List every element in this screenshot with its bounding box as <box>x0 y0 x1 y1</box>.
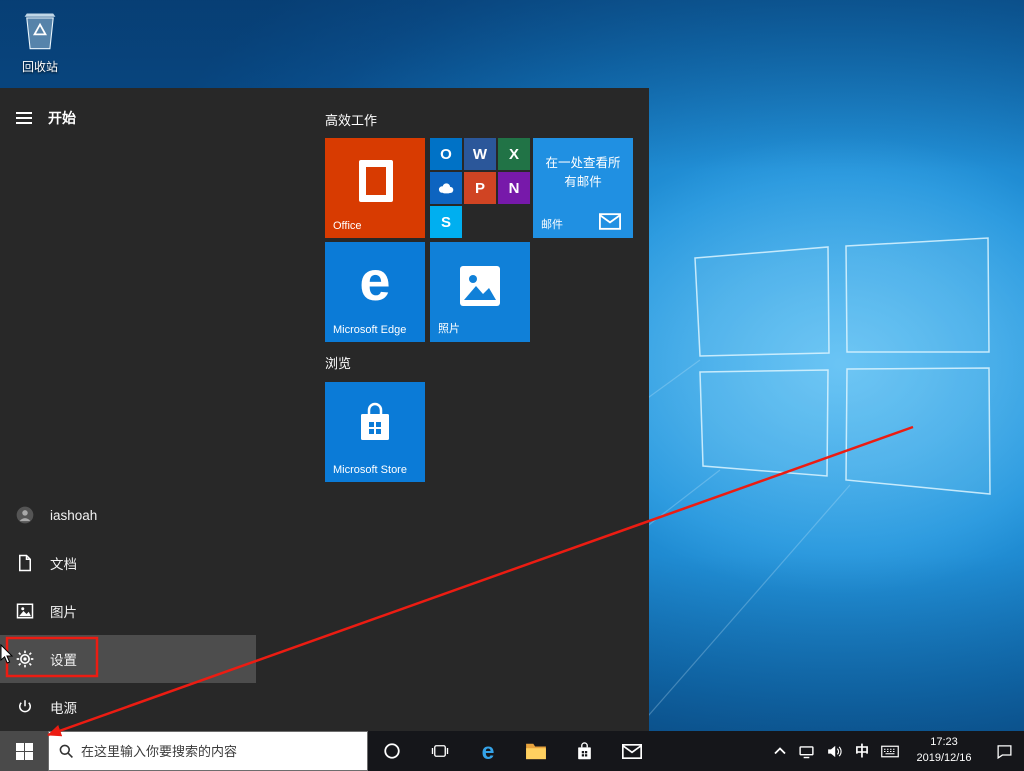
hamburger-menu-icon[interactable] <box>0 106 48 130</box>
network-button[interactable] <box>792 731 820 771</box>
user-avatar-icon <box>15 505 35 525</box>
touch-keyboard-button[interactable] <box>876 731 904 771</box>
recycle-bin-label: 回收站 <box>10 58 70 75</box>
file-explorer-button[interactable] <box>512 731 560 771</box>
tile-group-office-apps: O W X P N S <box>430 138 530 238</box>
power-icon <box>15 697 35 717</box>
tile-small-word[interactable]: W <box>464 138 496 170</box>
tile-small-skype[interactable]: S <box>430 206 462 238</box>
user-name: iashoah <box>50 508 97 523</box>
sidebar-item-pictures[interactable]: 图片 <box>0 587 256 635</box>
tile-small-powerpoint[interactable]: P <box>464 172 496 204</box>
tray-overflow-button[interactable] <box>768 731 792 771</box>
action-center-icon <box>996 743 1013 760</box>
mail-taskbar-button[interactable] <box>608 731 656 771</box>
start-menu-title: 开始 <box>48 108 76 128</box>
photos-icon <box>460 266 500 306</box>
time-text: 17:23 <box>916 735 971 751</box>
start-menu-header: 开始 <box>0 106 76 130</box>
speaker-icon <box>826 744 843 759</box>
mail-tile-title: 在一处查看所有邮件 <box>541 154 625 193</box>
date-text: 2019/12/16 <box>916 751 971 767</box>
windows-logo-icon <box>16 743 33 760</box>
task-view-icon <box>431 742 449 760</box>
sidebar-item-user[interactable]: iashoah <box>0 491 256 539</box>
edge-logo-icon: e <box>325 248 425 313</box>
start-menu-nav: iashoah 文档 图片 设置 <box>0 491 256 731</box>
chevron-up-icon <box>774 747 786 755</box>
folder-icon <box>525 742 547 760</box>
picture-icon <box>15 601 35 621</box>
tile-office[interactable]: Office <box>325 138 425 238</box>
tile-small-onenote[interactable]: N <box>498 172 530 204</box>
taskbar-search[interactable] <box>48 731 368 771</box>
tile-mail[interactable]: 在一处查看所有邮件 邮件 <box>533 138 633 238</box>
task-view-button[interactable] <box>416 731 464 771</box>
cortana-icon <box>383 742 401 760</box>
recycle-bin[interactable]: 回收站 <box>10 8 70 75</box>
tile-photos[interactable]: 照片 <box>430 242 530 342</box>
search-input[interactable] <box>81 744 358 759</box>
action-center-button[interactable] <box>984 731 1024 771</box>
tile-small-onedrive[interactable] <box>430 172 462 204</box>
search-icon <box>58 743 74 759</box>
office-logo-icon <box>359 160 393 202</box>
desktop: 回收站 开始 iashoah 文档 <box>0 0 1024 771</box>
settings-label: 设置 <box>50 649 77 669</box>
edge-taskbar-button[interactable]: e <box>464 731 512 771</box>
section-explore-label: 浏览 <box>325 353 351 372</box>
section-productivity-label: 高效工作 <box>325 110 377 129</box>
envelope-icon <box>622 744 642 759</box>
tile-small-outlook[interactable]: O <box>430 138 462 170</box>
tile-microsoft-edge[interactable]: e Microsoft Edge <box>325 242 425 342</box>
touch-keyboard-icon <box>881 745 899 758</box>
clock[interactable]: 17:23 2019/12/16 <box>904 731 984 771</box>
gear-icon <box>15 649 35 669</box>
sidebar-item-settings[interactable]: 设置 <box>0 635 256 683</box>
envelope-icon <box>599 213 621 230</box>
store-bag-icon <box>357 402 393 444</box>
store-bag-icon <box>576 742 593 761</box>
store-taskbar-button[interactable] <box>560 731 608 771</box>
edge-icon: e <box>482 740 495 763</box>
system-tray: 中 17:23 2019/12/16 <box>768 731 1024 771</box>
cortana-button[interactable] <box>368 731 416 771</box>
cloud-icon <box>436 181 456 195</box>
tile-small-excel[interactable]: X <box>498 138 530 170</box>
tile-microsoft-store[interactable]: Microsoft Store <box>325 382 425 482</box>
start-button[interactable] <box>0 731 48 771</box>
volume-button[interactable] <box>820 731 848 771</box>
taskbar: e 中 <box>0 731 1024 771</box>
sidebar-item-documents[interactable]: 文档 <box>0 539 256 587</box>
recycle-bin-icon <box>20 8 60 52</box>
document-icon <box>15 553 35 573</box>
ime-indicator[interactable]: 中 <box>848 731 876 771</box>
network-icon <box>798 744 815 759</box>
sidebar-item-power[interactable]: 电源 <box>0 683 256 731</box>
start-menu: 开始 iashoah 文档 图片 <box>0 88 649 731</box>
